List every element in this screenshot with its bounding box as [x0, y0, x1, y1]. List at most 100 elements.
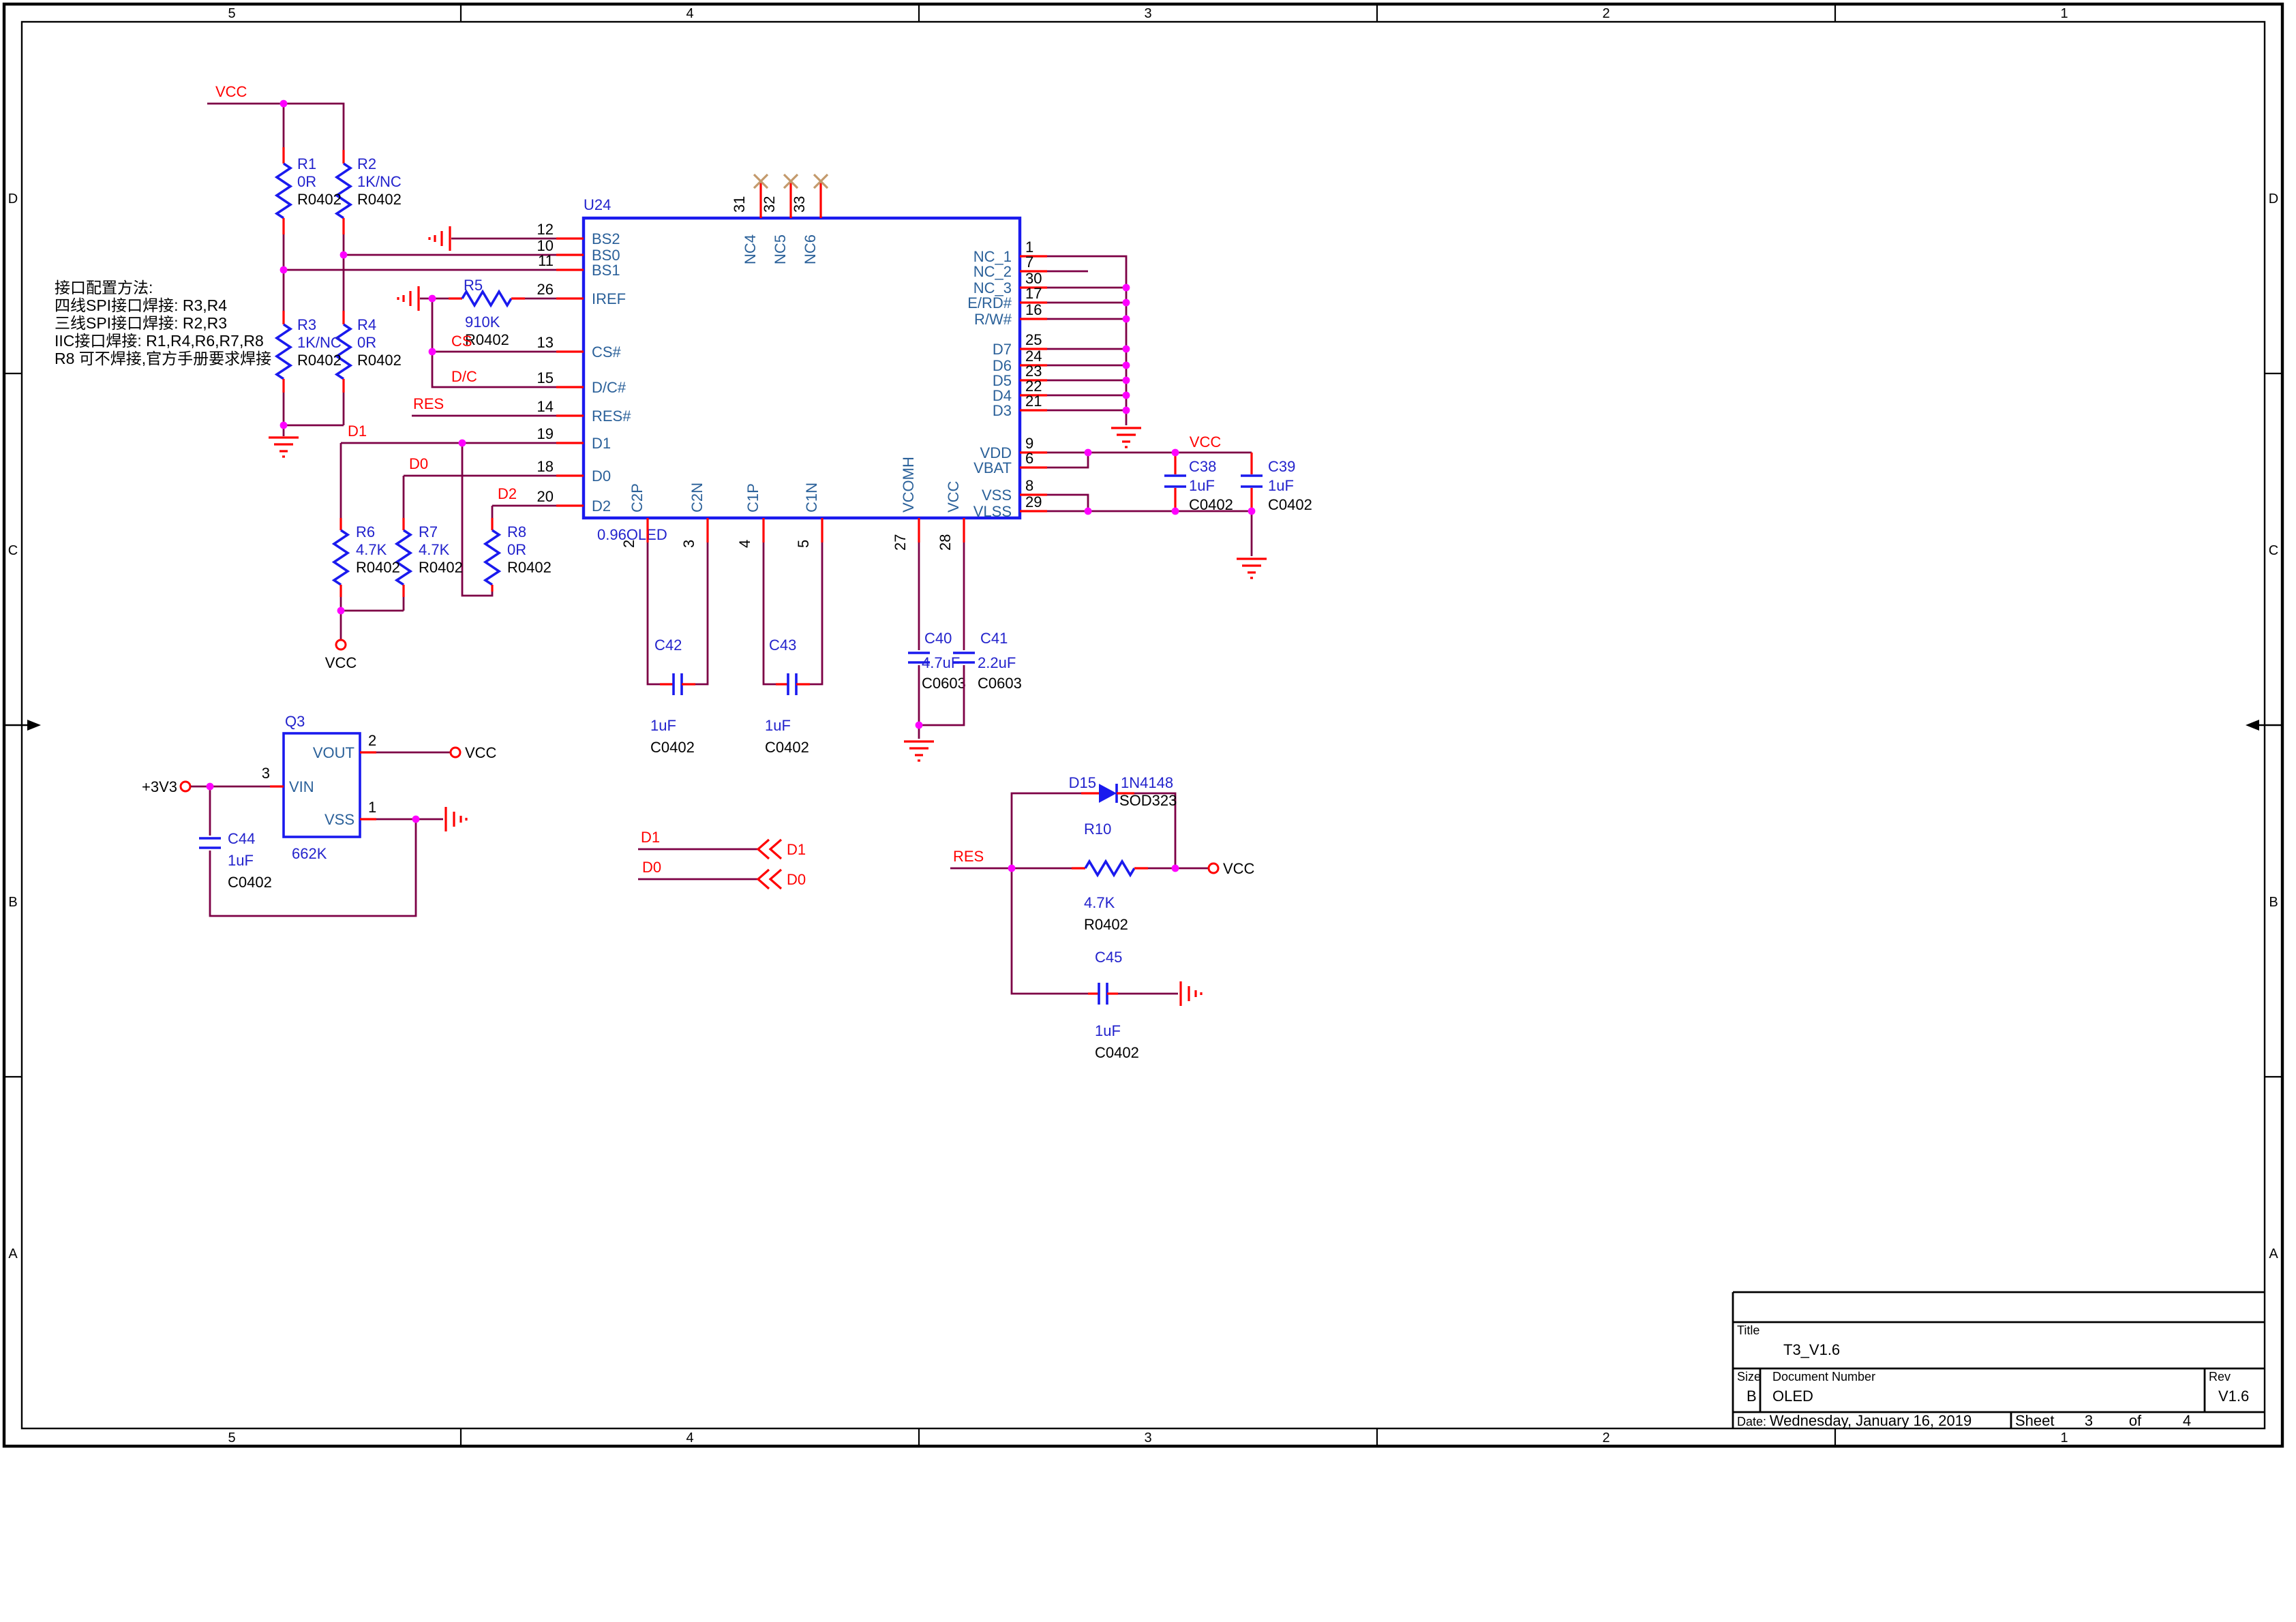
schematic-sheet: 5 4 3 2 1 5 4 3 2 1 D C B A D C B A — [0, 0, 2296, 1622]
net-label-res: RES — [413, 395, 444, 412]
zone-label: A — [2269, 1246, 2278, 1261]
note-line: 接口配置方法: — [55, 279, 153, 296]
c45-footprint: C0402 — [1095, 1044, 1139, 1061]
zone-label: 1 — [2060, 6, 2068, 21]
d15-ref: D15 — [1069, 774, 1096, 791]
r1-value: 0R — [297, 173, 316, 190]
ground-symbol — [1237, 559, 1267, 578]
r1-footprint: R0402 — [297, 191, 342, 208]
oled-controller-u24: U24 0.96OLED BS2 BS0 BS1 IREF CS# D/C# R… — [537, 174, 1047, 551]
ground-symbol-sideways — [1181, 981, 1201, 1006]
ground-symbol-sideways — [446, 807, 466, 831]
pin-number: 2 — [620, 540, 637, 548]
c40-footprint: C0603 — [922, 675, 966, 692]
pin-number: 17 — [1025, 285, 1042, 302]
pin-name: VOUT — [313, 744, 354, 761]
rev-label: Rev — [2209, 1370, 2231, 1383]
pin-number: 20 — [537, 488, 554, 505]
zone-label: C — [2269, 543, 2278, 558]
d15-footprint: SOD323 — [1119, 792, 1177, 809]
pin-number: 25 — [1025, 331, 1042, 348]
r10-value: 4.7K — [1084, 894, 1115, 911]
offpage-chevron-icon — [758, 840, 781, 859]
c42-ref: C42 — [654, 637, 682, 654]
pin-name: NC_2 — [973, 263, 1012, 280]
pin-name: VCC — [945, 480, 962, 512]
r6-value: 4.7K — [356, 541, 387, 558]
c40-ref: C40 — [924, 630, 952, 647]
sheet-total: 4 — [2183, 1412, 2191, 1429]
zone-labels-top: 5 4 3 2 1 — [228, 6, 2068, 21]
pin-number: 4 — [736, 540, 753, 548]
r4-value: 0R — [357, 334, 376, 351]
r4-ref: R4 — [357, 316, 376, 333]
pin-name: IREF — [592, 290, 626, 307]
port-label-vcc: VCC — [465, 744, 497, 761]
pullup-resistors: VCC R6 4.7K R0402 R7 4.7K R0402 R8 0R R0… — [325, 443, 552, 671]
r8-ref: R8 — [507, 523, 526, 540]
ground-symbol — [269, 438, 299, 457]
pin-name: VCOMH — [900, 457, 917, 512]
c41-value: 2.2uF — [978, 654, 1016, 671]
sheet-of-label: of — [2129, 1412, 2142, 1429]
net-label-vcc: VCC — [1190, 433, 1222, 450]
zone-label: 2 — [1602, 1430, 1610, 1445]
pin-number: 32 — [761, 196, 778, 213]
c43-ref: C43 — [769, 637, 796, 654]
pin-name: VBAT — [973, 459, 1012, 476]
vcc-port-circle — [451, 748, 460, 757]
3v3-port-circle — [181, 782, 190, 791]
size-label: Size — [1737, 1370, 1761, 1383]
c39-value: 1uF — [1268, 477, 1294, 494]
zone-label: 4 — [686, 1430, 693, 1445]
zone-label: 4 — [686, 6, 693, 21]
pin-number: 7 — [1025, 254, 1033, 271]
pin-number: 19 — [537, 425, 554, 442]
pin-number: 31 — [731, 196, 748, 213]
pin-number: 18 — [537, 458, 554, 475]
reset-network: RES D15 1N4148 SOD323 VCC R10 4.7K R0402… — [950, 774, 1255, 1061]
pin-name: NC4 — [742, 234, 759, 264]
docnum-label: Document Number — [1772, 1370, 1875, 1383]
pin-number: 27 — [892, 534, 909, 551]
zone-label: 2 — [1602, 6, 1610, 21]
c41-ref: C41 — [980, 630, 1008, 647]
zone-label: A — [8, 1246, 18, 1261]
r3-ref: R3 — [297, 316, 316, 333]
inner-frame — [22, 22, 2265, 1428]
r8-footprint: R0402 — [507, 559, 552, 576]
r7-value: 4.7K — [419, 541, 450, 558]
pin-number: 8 — [1025, 477, 1033, 494]
ground-symbol-sideways — [429, 226, 450, 251]
bottom-pins: C2P C2N C1P C1N VCOMH VCC 2 3 4 5 27 28 — [620, 457, 964, 551]
pin-name: D3 — [993, 402, 1012, 419]
c45-ref: C45 — [1095, 949, 1122, 966]
zone-labels-bottom: 5 4 3 2 1 — [228, 1430, 2068, 1445]
c41-footprint: C0603 — [978, 675, 1022, 692]
c39-footprint: C0402 — [1268, 496, 1312, 513]
c44-value: 1uF — [228, 852, 254, 869]
pin-number: 29 — [1025, 493, 1042, 510]
r10-footprint: R0402 — [1084, 916, 1128, 933]
r5-ref: R5 — [464, 277, 483, 294]
c44-ref: C44 — [228, 830, 255, 847]
title-label: Title — [1737, 1323, 1759, 1337]
c38-footprint: C0402 — [1189, 496, 1233, 513]
outer-frame — [4, 4, 2282, 1446]
pin-name: BS1 — [592, 262, 620, 279]
zone-label: 3 — [1144, 1430, 1151, 1445]
zone-label: 3 — [1144, 6, 1151, 21]
pin-number: 3 — [262, 765, 270, 782]
net-label-d0: D0 — [642, 859, 661, 876]
rev-value: V1.6 — [2218, 1388, 2249, 1405]
sheet-number: 3 — [2085, 1412, 2093, 1429]
pin-name: R/W# — [974, 311, 1012, 328]
c43-footprint: C0402 — [765, 739, 809, 756]
pin-name: VLSS — [973, 503, 1012, 520]
center-arrow-markers — [4, 720, 2282, 731]
junction-dots — [207, 100, 1256, 872]
capacitor-c39: C39 1uF C0402 — [1241, 453, 1312, 513]
docnum-value: OLED — [1772, 1388, 1813, 1405]
pin-name: RES# — [592, 408, 631, 425]
chip-ref: U24 — [584, 196, 611, 213]
